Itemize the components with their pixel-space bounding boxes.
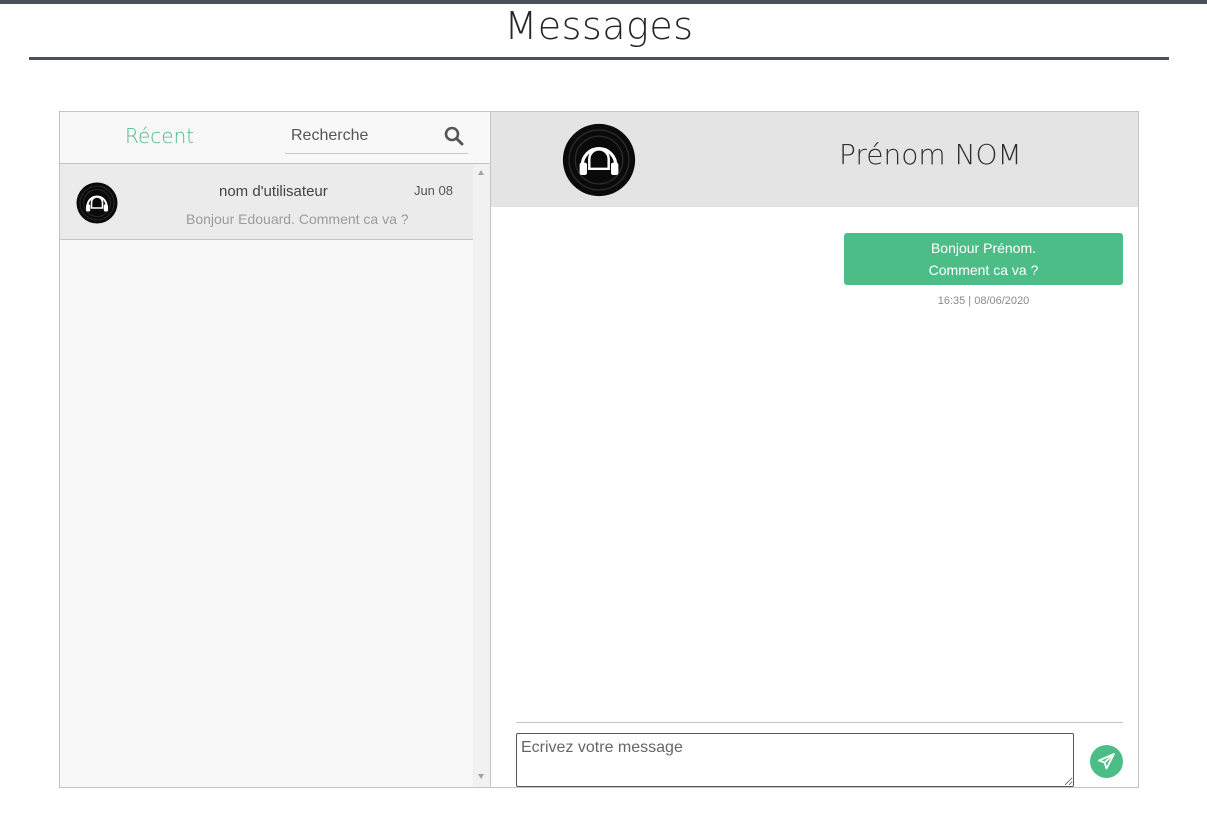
headphones-vinyl-avatar (76, 182, 118, 224)
composer-divider (516, 722, 1123, 723)
chat-date: Jun 08 (413, 183, 453, 198)
message-timestamp: 16:35 | 08/06/2020 (937, 295, 1030, 307)
inbox-panel: Récent Recherche nom d'utilisateur Jun 0… (60, 112, 491, 787)
messaging-panel: Récent Recherche nom d'utilisateur Jun 0… (59, 111, 1139, 788)
send-button[interactable] (1090, 745, 1123, 778)
scroll-up-arrow-icon[interactable] (478, 170, 484, 175)
search-input[interactable] (285, 120, 441, 151)
recent-heading: Récent (125, 124, 195, 148)
conversation-panel: Prénom NOM Bonjour Prénom. Comment ca va… (491, 112, 1138, 787)
scroll-down-arrow-icon[interactable] (478, 774, 484, 779)
headphones-vinyl-avatar (562, 123, 636, 197)
contact-name: Prénom NOM (839, 138, 1022, 171)
message-input[interactable] (516, 733, 1074, 787)
title-divider (29, 57, 1169, 60)
search-bar (285, 120, 468, 154)
chat-list: nom d'utilisateur Jun 08 Bonjour Edouard… (60, 164, 473, 787)
paper-plane-icon (1098, 753, 1115, 770)
message-line: Bonjour Prénom. (930, 240, 1037, 256)
inbox-header: Récent (60, 112, 490, 164)
chat-list-item[interactable]: nom d'utilisateur Jun 08 Bonjour Edouard… (60, 164, 473, 240)
chat-username: nom d'utilisateur (219, 183, 328, 200)
page-title: Messages (504, 4, 694, 48)
search-icon[interactable] (444, 126, 464, 146)
conversation-header: Prénom NOM (491, 112, 1138, 207)
chat-list-scrollbar[interactable] (473, 164, 490, 787)
message-line: Comment ca va ? (928, 262, 1039, 278)
chat-snippet: Bonjour Edouard. Comment ca va ? (186, 211, 409, 227)
sent-message-bubble: Bonjour Prénom. Comment ca va ? (844, 233, 1123, 285)
